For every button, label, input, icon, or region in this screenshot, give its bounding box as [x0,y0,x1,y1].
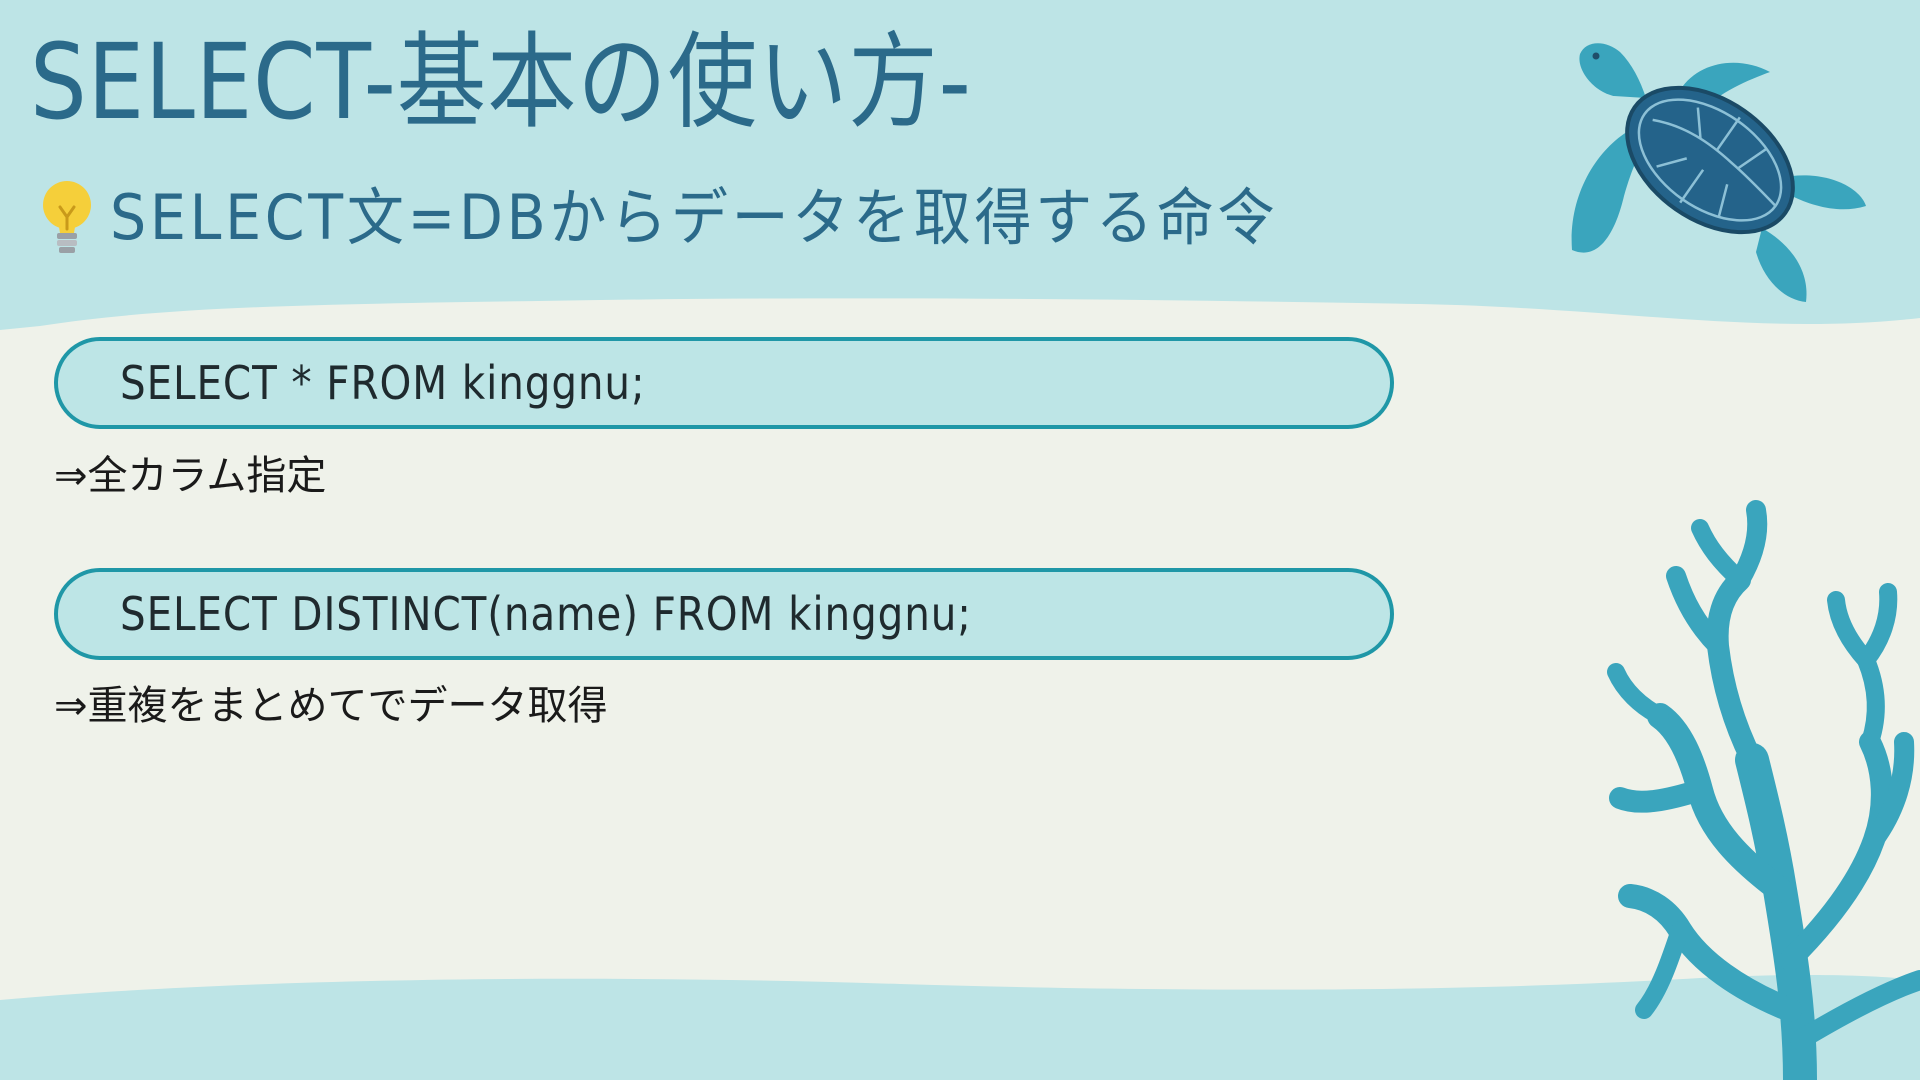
code-text: SELECT DISTINCT(name) FROM kinggnu; [120,587,972,641]
lightbulb-icon [43,181,91,253]
slide-background [0,0,1920,1080]
slide-title: SELECT-基本の使い方- [30,21,972,143]
code-box-select-distinct: SELECT DISTINCT(name) FROM kinggnu; [54,568,1394,660]
slide-subtitle: SELECT文=DBからデータを取得する命令 [110,181,1279,254]
footer-band [0,974,1920,1080]
coral-illustration [1607,500,1920,1080]
subtitle-row: SELECT文=DBからデータを取得する命令 [38,168,1380,268]
code-description: ⇒重複をまとめてでデータ取得 [54,683,608,729]
code-description: ⇒全カラム指定 [54,453,327,499]
slide: SELECT-基本の使い方- SELECT文=DBからデータを取得する命令 SE… [0,0,1920,1080]
code-text: SELECT * FROM kinggnu; [120,356,646,410]
code-box-select-all: SELECT * FROM kinggnu; [54,337,1394,429]
